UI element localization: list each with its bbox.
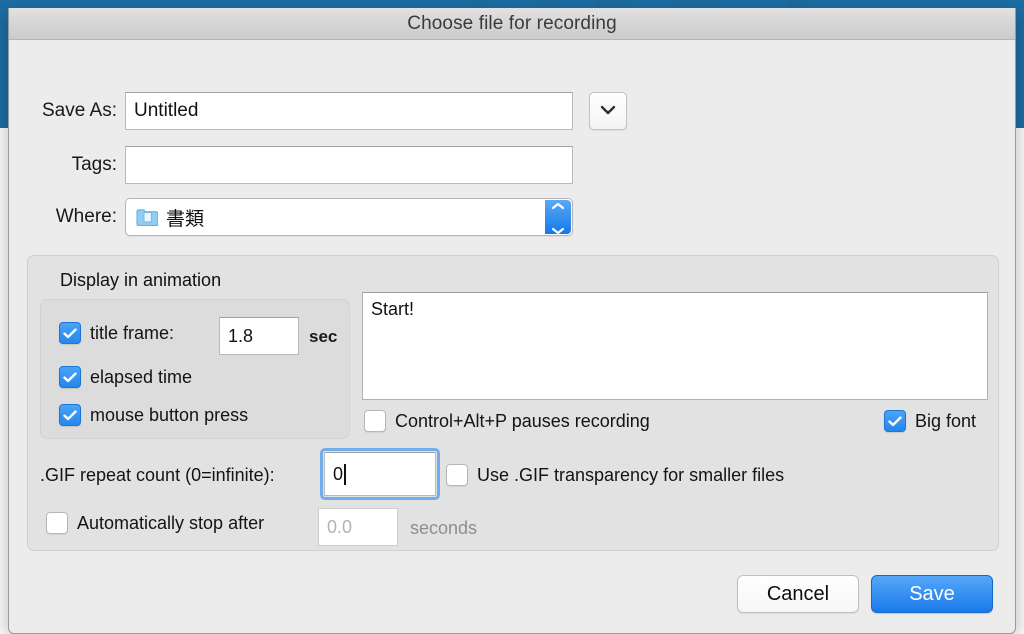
checkbox-unchecked-icon[interactable]: [46, 512, 68, 534]
checkbox-unchecked-icon[interactable]: [364, 410, 386, 432]
chevron-up-icon: [551, 194, 565, 216]
chevron-down-icon: [551, 219, 565, 241]
save-button[interactable]: Save: [871, 575, 993, 613]
repeat-count-input[interactable]: 0: [324, 452, 436, 496]
documents-folder-icon: [136, 208, 158, 226]
checkbox-checked-icon[interactable]: [59, 322, 81, 344]
pause-hotkey-label: Control+Alt+P pauses recording: [395, 411, 650, 432]
animation-options-panel: Display in animation title frame: 1.8 se…: [27, 255, 999, 551]
title-frame-seconds-input[interactable]: 1.8: [219, 317, 299, 355]
tags-label: Tags:: [9, 154, 117, 176]
repeat-count-label: .GIF repeat count (0=infinite):: [40, 465, 275, 486]
save-as-expand-button[interactable]: [589, 92, 627, 130]
where-value: 書類: [166, 204, 204, 231]
auto-stop-seconds-unit: seconds: [410, 518, 477, 539]
display-in-animation-title: Display in animation: [60, 270, 221, 291]
big-font-label: Big font: [915, 411, 976, 432]
title-frame-label: title frame:: [90, 323, 174, 344]
where-row: Where: 書類: [9, 198, 573, 236]
save-as-input[interactable]: Untitled: [125, 92, 573, 130]
title-frame-option[interactable]: title frame:: [59, 322, 174, 344]
auto-stop-label: Automatically stop after: [77, 513, 264, 534]
checkbox-unchecked-icon[interactable]: [446, 464, 468, 486]
save-dialog: Choose file for recording Save As: Untit…: [8, 8, 1016, 634]
tags-input[interactable]: [125, 146, 573, 184]
mouse-button-press-label: mouse button press: [90, 405, 248, 426]
dialog-titlebar: Choose file for recording: [9, 8, 1015, 40]
mouse-button-press-option[interactable]: mouse button press: [59, 404, 248, 426]
gif-transparency-option[interactable]: Use .GIF transparency for smaller files: [446, 464, 784, 486]
dialog-button-row: Cancel Save: [737, 575, 993, 613]
elapsed-time-label: elapsed time: [90, 367, 192, 388]
checkbox-checked-icon[interactable]: [59, 366, 81, 388]
where-label: Where:: [9, 206, 117, 228]
elapsed-time-option[interactable]: elapsed time: [59, 366, 192, 388]
title-frame-seconds-unit: sec: [309, 327, 337, 347]
chevron-down-icon: [600, 102, 616, 120]
title-text-input[interactable]: Start!: [362, 292, 988, 400]
where-popup-button[interactable]: 書類: [125, 198, 573, 236]
cancel-button[interactable]: Cancel: [737, 575, 859, 613]
tags-row: Tags:: [9, 146, 573, 184]
big-font-option[interactable]: Big font: [884, 410, 976, 432]
display-options-group: title frame: 1.8 sec elapsed time m: [40, 299, 350, 439]
checkbox-checked-icon[interactable]: [884, 410, 906, 432]
pause-hotkey-option[interactable]: Control+Alt+P pauses recording: [364, 410, 650, 432]
dialog-title: Choose file for recording: [407, 13, 617, 35]
checkbox-checked-icon[interactable]: [59, 404, 81, 426]
auto-stop-seconds-placeholder: 0.0: [327, 517, 352, 538]
text-caret: [344, 464, 346, 485]
auto-stop-option[interactable]: Automatically stop after: [46, 512, 264, 534]
auto-stop-seconds-input[interactable]: 0.0: [318, 508, 398, 546]
where-stepper[interactable]: [545, 200, 571, 234]
repeat-count-value: 0: [333, 464, 343, 485]
save-as-label: Save As:: [9, 100, 117, 122]
save-as-row: Save As: Untitled: [9, 92, 627, 130]
gif-transparency-label: Use .GIF transparency for smaller files: [477, 465, 784, 486]
